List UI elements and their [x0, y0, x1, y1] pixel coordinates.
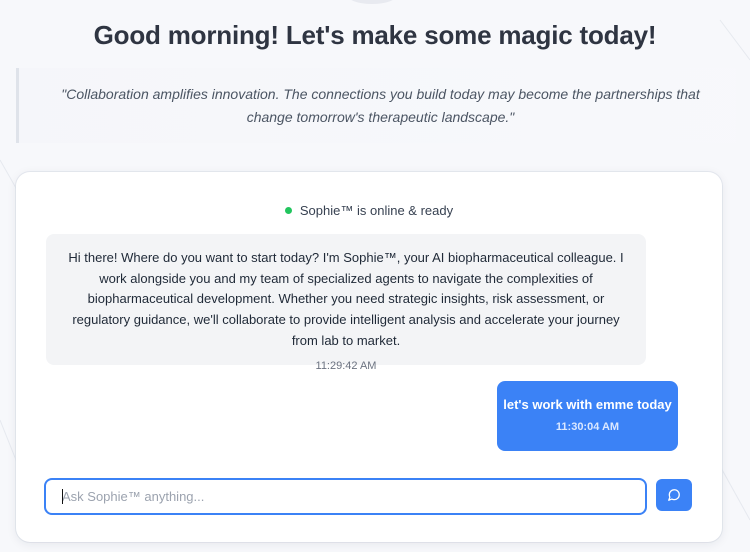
assistant-message-text: Hi there! Where do you want to start tod… — [68, 250, 624, 348]
top-avatar-shadow — [346, 0, 398, 4]
send-button[interactable] — [656, 479, 692, 511]
assistant-message-time: 11:29:42 AM — [315, 359, 377, 372]
page-title: Good morning! Let's make some magic toda… — [93, 20, 657, 50]
user-message-time: 11:30:04 AM — [555, 421, 620, 433]
quote-block: "Collaboration amplifies innovation. The… — [16, 68, 736, 143]
text-cursor — [62, 489, 63, 504]
online-status-dot-icon — [284, 207, 292, 214]
chat-panel: Sophie™ is online & ready Hi there! Wher… — [16, 172, 722, 542]
chat-input[interactable] — [44, 478, 647, 515]
inspirational-quote: "Collaboration amplifies innovation. The… — [61, 85, 700, 125]
user-message-text: let's work with emme today — [503, 397, 672, 412]
assistant-status: Sophie™ is online & ready — [16, 203, 722, 218]
chat-bubble-icon — [668, 489, 680, 501]
status-text: Sophie™ is online & ready — [299, 203, 454, 218]
assistant-message: Hi there! Where do you want to start tod… — [46, 234, 646, 372]
user-message: let's work with emme today 11:30:04 AM — [497, 381, 678, 451]
